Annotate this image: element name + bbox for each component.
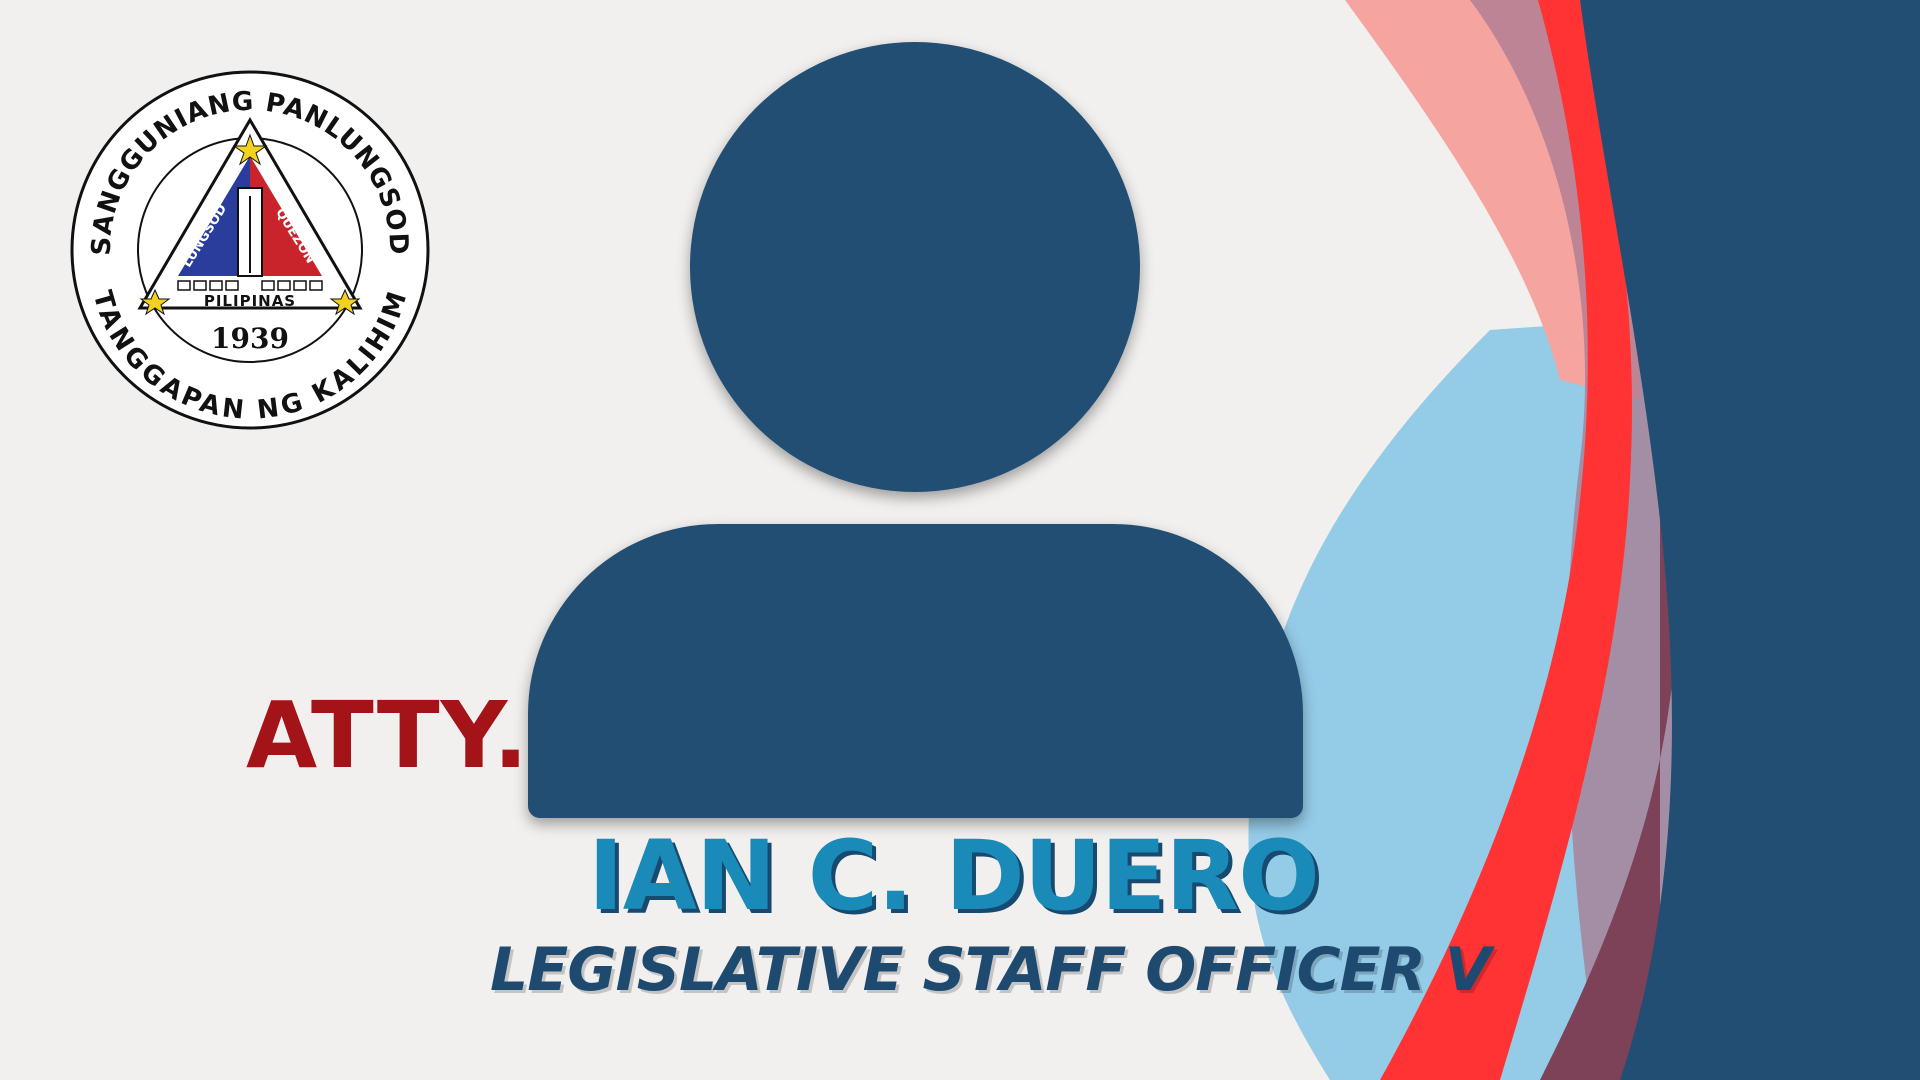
red-wave	[1380, 0, 1632, 1080]
person-name: IAN C. DUERO	[588, 820, 1320, 932]
honorific-title: ATTY.	[246, 682, 530, 789]
seal-pilipinas-text: PILIPINAS	[204, 292, 296, 310]
mauve-wave	[1470, 0, 1700, 1080]
city-seal-logo: SANGGUNIANG PANLUNGSOD TANGGAPAN NG KALI…	[70, 70, 430, 430]
person-silhouette-icon	[690, 42, 1140, 492]
navy-panel	[1580, 0, 1920, 1080]
job-position: LEGISLATIVE STAFF OFFICER V	[490, 935, 1491, 1005]
wine-wave	[1540, 300, 1680, 1080]
person-silhouette-body	[528, 524, 1303, 818]
salmon-wave	[1345, 0, 1640, 400]
seal-year-text: 1939	[211, 322, 289, 355]
slide: SANGGUNIANG PANLUNGSOD TANGGAPAN NG KALI…	[0, 0, 1920, 1080]
